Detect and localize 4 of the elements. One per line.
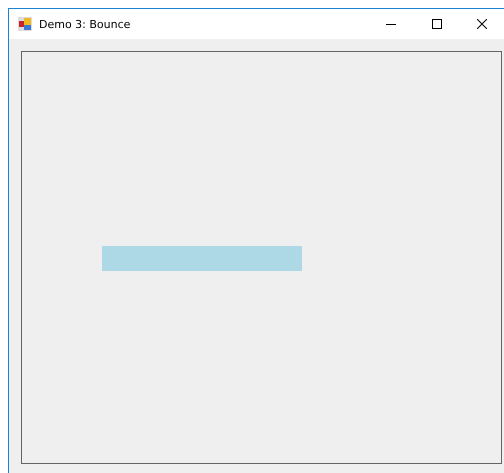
window-title: Demo 3: Bounce xyxy=(39,18,132,30)
close-icon xyxy=(477,19,487,29)
maximize-icon xyxy=(432,19,442,29)
app-icon xyxy=(18,17,32,31)
